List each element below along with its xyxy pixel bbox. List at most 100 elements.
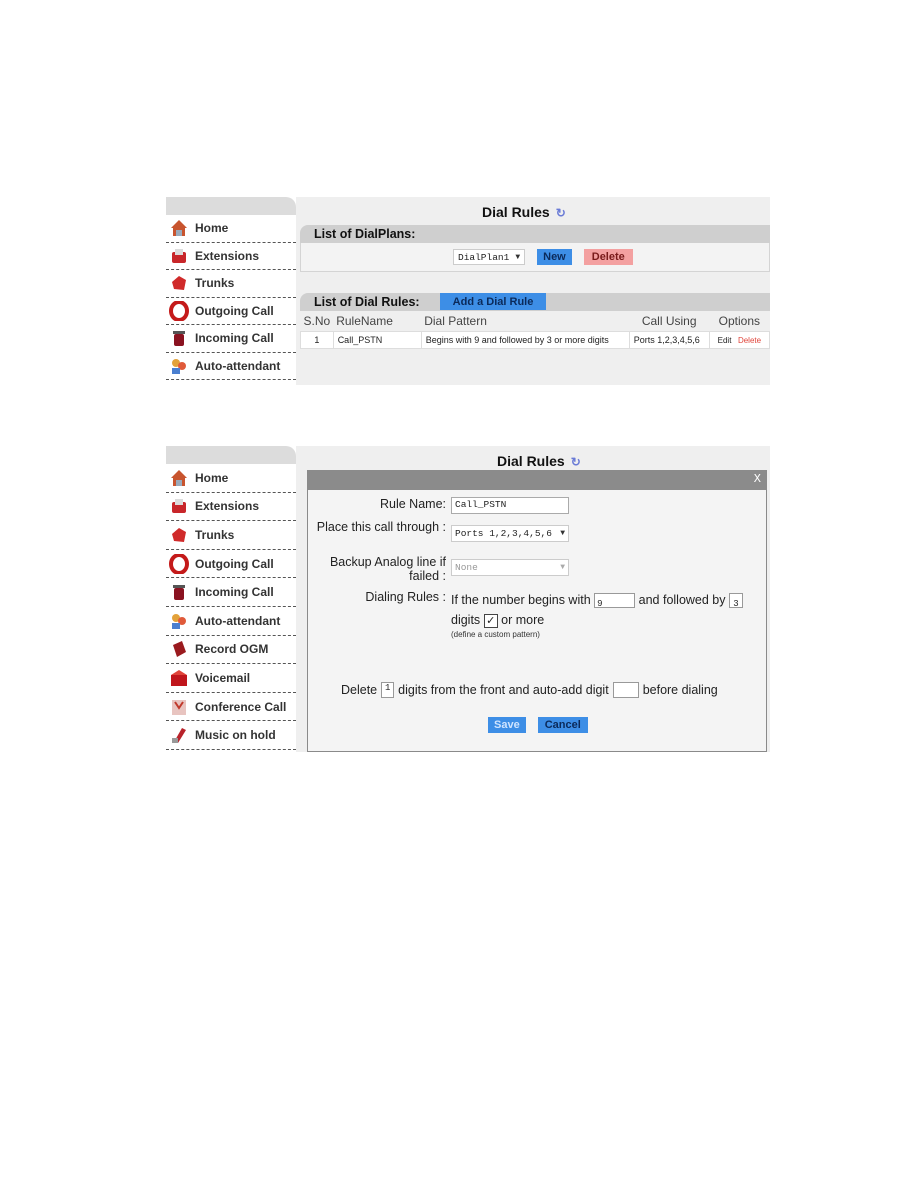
sidebar-item-label: Home [195,221,229,236]
refresh-icon[interactable]: ↻ [571,455,581,469]
home-icon [169,468,189,488]
add-dial-rule-button[interactable]: Add a Dial Rule [440,293,546,310]
sidebar-item-label: Incoming Call [195,331,274,346]
dialog-header: X [308,470,766,490]
sidebar-item-label: Incoming Call [195,585,274,600]
chevron-down-icon: ▼ [560,563,565,572]
close-icon[interactable]: X [754,472,761,486]
cell-rule-name: Call_PSTN [332,331,422,349]
sidebar-item-conference-call[interactable]: Conference Call [166,693,296,722]
rule-name-row: Rule Name: Call_PSTN [308,497,569,514]
page-title-text: Dial Rules [497,453,565,469]
dial-rules-list-screenshot: Home Extensions Trunks Outgoing Call Inc… [166,197,770,385]
delete-text: Delete [341,683,378,697]
delete-digits-input[interactable]: 1 [381,682,395,698]
trunks-icon [169,273,189,293]
delete-digits-row: Delete 1 digits from the front and auto-… [341,682,718,698]
sidebar-item-extensions[interactable]: Extensions [166,243,296,270]
cell-options: Edit Delete [708,331,770,349]
sidebar-item-home[interactable]: Home [166,464,296,493]
sidebar: Home Extensions Trunks Outgoing Call Inc… [166,197,296,385]
backup-line-row: Backup Analog line if failed : None ▼ [308,555,569,583]
trunks-icon [169,525,189,545]
sidebar-item-voicemail[interactable]: Voicemail [166,664,296,693]
page-title-text: Dial Rules [482,204,550,220]
column-header: S.No [303,314,331,328]
digits-text: digits [451,613,481,627]
sidebar-item-auto-attendant[interactable]: Auto-attendant [166,353,296,380]
dialplans-section-body: DialPlan1 ▼ New Delete [300,243,770,272]
column-header: RuleName [336,314,393,328]
place-call-label: Place this call through : [316,520,446,534]
backup-line-select[interactable]: None ▼ [451,559,569,576]
sidebar-item-label: Outgoing Call [195,303,274,318]
cancel-button[interactable]: Cancel [537,717,588,733]
page-title: Dial Rules ↻ [497,453,581,469]
sidebar-item-home[interactable]: Home [166,215,296,243]
edit-rule-link[interactable]: Edit [718,336,732,345]
voicemail-icon [169,668,189,688]
sidebar-item-music-on-hold[interactable]: Music on hold [166,721,296,750]
sidebar-item-outgoing-call[interactable]: Outgoing Call [166,550,296,579]
followed-by-text: and followed by [638,593,726,607]
edit-dial-rule-screenshot: Home Extensions Trunks Outgoing Call Inc… [166,446,770,752]
sidebar-item-outgoing-call[interactable]: Outgoing Call [166,298,296,325]
dialplan-select[interactable]: DialPlan1 ▼ [453,249,526,265]
conference-call-icon [169,697,189,717]
rule-name-input[interactable]: Call_PSTN [451,497,569,514]
sidebar-item-auto-attendant[interactable]: Auto-attendant [166,607,296,636]
delete-rule-link[interactable]: Delete [738,336,761,345]
refresh-icon[interactable]: ↻ [556,206,566,220]
front-text: digits from the front and auto-add digit [398,683,609,697]
sidebar-item-trunks[interactable]: Trunks [166,270,296,298]
chevron-down-icon: ▼ [515,252,521,262]
followed-by-input[interactable]: 3 [729,593,743,609]
begins-with-text: If the number begins with [451,593,591,607]
place-call-select-value: Ports 1,2,3,4,5,6 [455,528,552,539]
sidebar-item-label: Trunks [195,527,235,542]
sidebar-item-trunks[interactable]: Trunks [166,521,296,550]
or-more-checkbox[interactable]: ✓ [483,613,498,628]
cell-sno: 1 [300,331,334,349]
auto-attendant-icon [169,611,189,631]
sidebar-item-record-ogm[interactable]: Record OGM [166,636,296,665]
edit-rule-dialog: X Rule Name: Call_PSTN Place this call t… [307,470,767,752]
new-dialplan-button[interactable]: New [537,249,572,265]
sidebar-item-label: Outgoing Call [195,556,274,571]
chevron-down-icon: ▼ [560,529,565,538]
dialog-actions: Save Cancel [488,717,588,733]
sidebar-item-label: Music on hold [195,728,276,743]
backup-line-label: Backup Analog line if failed : [329,555,446,583]
or-more-text: or more [501,613,545,627]
sidebar-item-label: Voicemail [195,670,251,685]
table-row: 1 Call_PSTN Begins with 9 and followed b… [300,331,770,349]
auto-add-digit-input[interactable] [612,682,639,698]
dialplans-section-title: List of DialPlans: [300,225,770,243]
extensions-icon [169,246,189,266]
dial-rules-section-title: List of Dial Rules: [314,295,420,309]
incoming-call-icon [169,328,189,348]
sidebar-item-label: Extensions [195,499,260,514]
home-icon [169,218,189,238]
dialing-rules-row: Dialing Rules : If the number begins wit… [308,590,761,640]
column-header: Call Using [641,314,697,328]
outgoing-call-icon [169,300,189,321]
sidebar-item-extensions[interactable]: Extensions [166,493,296,522]
record-ogm-icon [169,639,189,659]
sidebar-item-incoming-call[interactable]: Incoming Call [166,325,296,353]
sidebar-item-label: Extensions [195,248,260,263]
dial-rules-section-header: List of Dial Rules: Add a Dial Rule [300,293,770,311]
save-button[interactable]: Save [488,717,526,733]
delete-dialplan-button[interactable]: Delete [583,249,633,265]
column-header: Options [718,314,761,328]
dialplan-select-value: DialPlan1 [458,251,510,263]
place-call-select[interactable]: Ports 1,2,3,4,5,6 ▼ [451,525,569,542]
sidebar-item-label: Auto-attendant [195,358,281,373]
sidebar-item-incoming-call[interactable]: Incoming Call [166,578,296,607]
incoming-call-icon [169,582,189,602]
sidebar-item-label: Conference Call [195,699,287,714]
begins-with-input[interactable]: 9 [594,593,636,609]
dialing-rules-fields: If the number begins with 9 and followed… [451,590,761,640]
outgoing-call-icon [169,553,189,574]
sidebar-item-label: Auto-attendant [195,613,281,628]
